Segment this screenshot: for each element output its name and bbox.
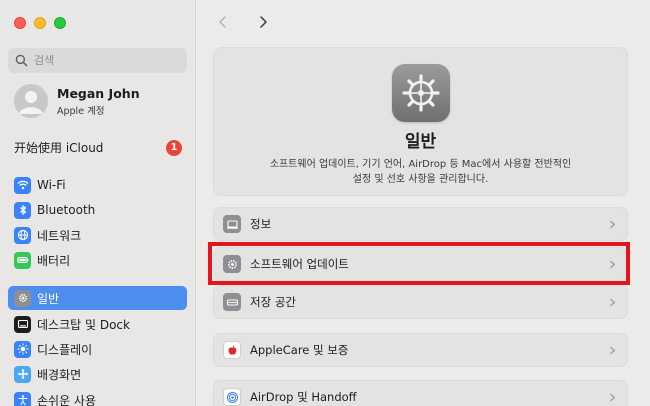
- battery-icon: [14, 251, 31, 269]
- apple-icon: [223, 341, 241, 359]
- chevron-right-icon: [605, 257, 619, 271]
- sidebar-item-label: 데스크탑 및 Dock: [37, 317, 130, 332]
- search-icon: [15, 54, 28, 67]
- description-line: 소프트웨어 업데이트, 기기 언어, AirDrop 등 Mac에서 사용할 전…: [269, 159, 572, 170]
- row-label: AppleCare 및 보증: [250, 343, 349, 357]
- back-button[interactable]: [213, 12, 233, 32]
- sidebar-item-label: Wi-Fi: [37, 178, 66, 192]
- sidebar-item-label: 네트워크: [37, 228, 82, 243]
- sidebar-item-wifi[interactable]: Wi-Fi: [8, 173, 187, 197]
- airdrop-icon: [223, 388, 241, 406]
- header-card: 일반 소프트웨어 업데이트, 기기 언어, AirDrop 등 Mac에서 사용…: [213, 47, 628, 196]
- window-controls: [14, 17, 66, 29]
- chevron-right-icon: [605, 390, 619, 404]
- avatar: [14, 84, 48, 118]
- navigation: [213, 12, 273, 32]
- description-line: 설정 및 선호 사항을 관리합니다.: [352, 174, 489, 185]
- drive-icon: [223, 293, 241, 311]
- row-label: 소프트웨어 업데이트: [250, 257, 349, 271]
- page-description: 소프트웨어 업데이트, 기기 언어, AirDrop 등 Mac에서 사용할 전…: [214, 157, 627, 187]
- accessibility-icon: [14, 391, 31, 406]
- dock-icon: [14, 315, 31, 333]
- row-label: 저장 공간: [250, 295, 296, 309]
- row-airdrop-handoff[interactable]: AirDrop 및 Handoff: [213, 380, 628, 406]
- row-label: 정보: [250, 217, 272, 231]
- row-applecare[interactable]: AppleCare 및 보증: [213, 333, 628, 367]
- icloud-label: 开始使用 iCloud: [14, 141, 104, 155]
- notification-badge: 1: [166, 139, 182, 156]
- gear-icon: [223, 255, 241, 273]
- sidebar-item-accessibility[interactable]: 손쉬운 사용: [8, 388, 187, 406]
- sidebar-item-network[interactable]: 네트워크: [8, 223, 187, 247]
- sidebar-item-label: 일반: [37, 291, 60, 306]
- page-title: 일반: [404, 132, 437, 152]
- sidebar-item-general[interactable]: 일반: [8, 286, 187, 310]
- chevron-right-icon: [605, 295, 619, 309]
- chevron-right-icon: [260, 16, 267, 28]
- row-label: AirDrop 및 Handoff: [250, 390, 357, 404]
- sun-icon: [14, 340, 31, 358]
- profile-subtitle: Apple 계정: [57, 105, 105, 117]
- sidebar-item-label: 디스플레이: [37, 342, 93, 357]
- wallpaper-icon: [14, 365, 31, 383]
- row-about[interactable]: 정보: [213, 207, 628, 241]
- sidebar-item-bluetooth[interactable]: Bluetooth: [8, 198, 187, 222]
- chevron-right-icon: [605, 343, 619, 357]
- sidebar-item-icloud[interactable]: 开始使用 iCloud 1: [14, 139, 182, 156]
- globe-icon: [14, 226, 31, 244]
- sidebar-item-label: 손쉬운 사용: [37, 393, 97, 406]
- forward-button[interactable]: [253, 12, 273, 32]
- main-pane: 일반 소프트웨어 업데이트, 기기 언어, AirDrop 등 Mac에서 사용…: [197, 0, 650, 406]
- row-software-update[interactable]: 소프트웨어 업데이트: [213, 247, 628, 281]
- close-button[interactable]: [14, 17, 26, 29]
- sidebar: Megan John Apple 계정 开始使用 iCloud 1 Wi-Fi …: [0, 0, 196, 406]
- chevron-right-icon: [605, 217, 619, 231]
- minimize-button[interactable]: [34, 17, 46, 29]
- wifi-icon: [14, 176, 31, 194]
- zoom-button[interactable]: [54, 17, 66, 29]
- sidebar-item-battery[interactable]: 배터리: [8, 248, 187, 272]
- bluetooth-icon: [14, 201, 31, 219]
- chevron-left-icon: [219, 16, 226, 28]
- search-field[interactable]: [8, 48, 187, 73]
- laptop-icon: [223, 215, 241, 233]
- profile-name: Megan John: [57, 85, 140, 101]
- sidebar-item-label: 배경화면: [37, 367, 82, 382]
- sidebar-item-displays[interactable]: 디스플레이: [8, 337, 187, 361]
- sidebar-item-desktop-dock[interactable]: 데스크탑 및 Dock: [8, 312, 187, 336]
- gear-icon: [14, 289, 31, 307]
- sidebar-item-wallpaper[interactable]: 배경화면: [8, 362, 187, 386]
- sidebar-item-label: Bluetooth: [37, 203, 96, 217]
- search-input[interactable]: [34, 54, 174, 67]
- profile[interactable]: Megan John Apple 계정: [14, 84, 140, 118]
- gear-icon: [391, 64, 450, 122]
- sidebar-item-label: 배터리: [37, 253, 71, 268]
- row-storage[interactable]: 저장 공간: [213, 285, 628, 319]
